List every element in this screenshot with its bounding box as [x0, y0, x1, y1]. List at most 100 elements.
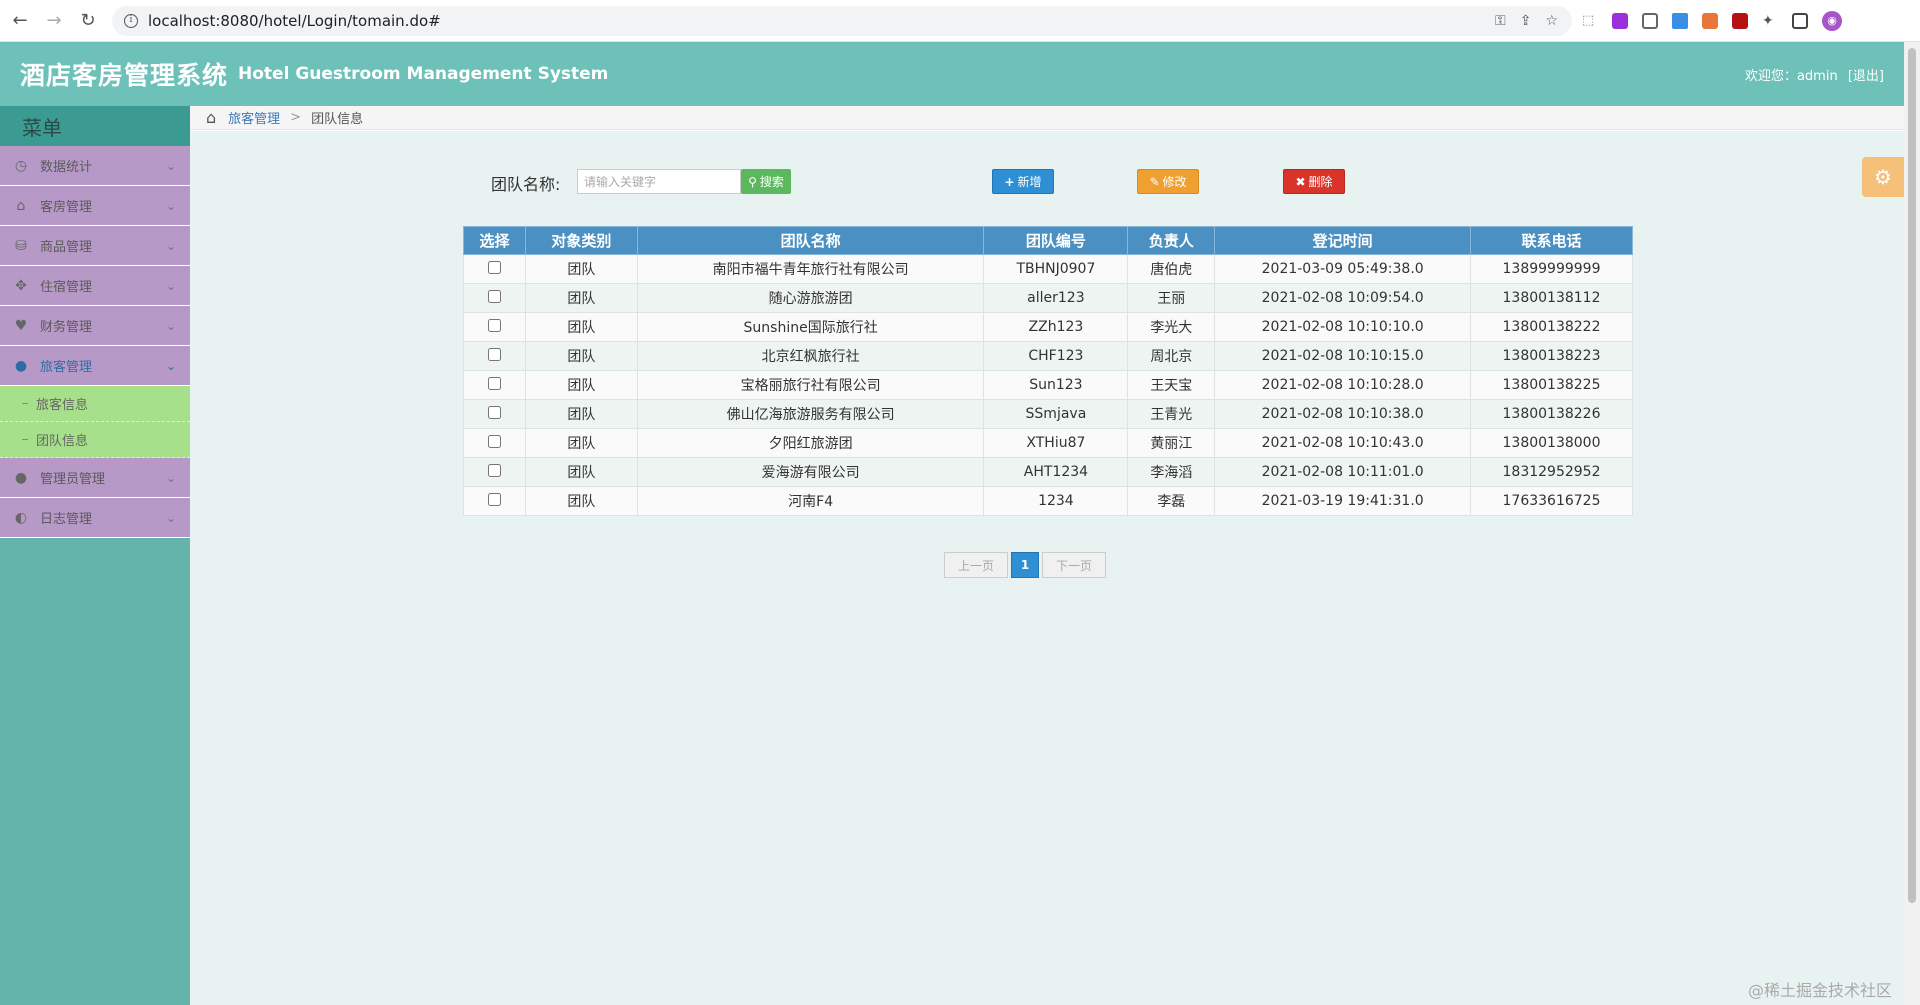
next-page-button[interactable]: 下一页 [1042, 552, 1106, 578]
menu-item-rooms[interactable]: ⌂ 客房管理 ⌄ [0, 186, 190, 226]
user-icon: ● [14, 469, 28, 486]
half-circle-icon: ◐ [14, 509, 28, 526]
cell-register-time: 2021-02-08 10:10:10.0 [1214, 312, 1472, 342]
cell-team-name: Sunshine国际旅行社 [636, 312, 985, 342]
search-input[interactable] [577, 169, 741, 194]
cell-register-time: 2021-02-08 10:11:01.0 [1214, 457, 1472, 487]
cell-team-name: 河南F4 [636, 486, 985, 516]
table-row[interactable]: 团队 爱海游有限公司 AHT1234 李海滔 2021-02-08 10:11:… [463, 457, 1633, 487]
cell-phone: 18312952952 [1470, 457, 1633, 487]
cell-type: 团队 [524, 428, 638, 458]
table-row[interactable]: 团队 南阳市福牛青年旅行社有限公司 TBHNJ0907 唐伯虎 2021-03-… [463, 254, 1633, 284]
cell-team-name: 随心游旅游团 [636, 283, 985, 313]
row-checkbox[interactable] [487, 434, 501, 448]
row-checkbox[interactable] [487, 376, 501, 390]
main-content: 团队名称: ⚲ 搜索 + 新增 ✎ 修改 ✖ 删除 ⚙ 选择 对象类别 团队名称… [190, 131, 1904, 1005]
cursor-extension-icon[interactable]: ⬚ [1582, 13, 1598, 29]
page-scrollbar[interactable] [1904, 42, 1920, 1005]
logout-link[interactable]: [退出] [1848, 69, 1884, 84]
prev-page-button[interactable]: 上一页 [944, 552, 1008, 578]
user-icon: ● [14, 357, 28, 374]
menu-item-label: 财务管理 [40, 320, 93, 335]
menu-item-stats[interactable]: ◷ 数据统计 ⌄ [0, 146, 190, 186]
row-checkbox[interactable] [487, 260, 501, 274]
app-title-cn: 酒店客房管理系统 [20, 61, 229, 90]
table-header-row: 选择 对象类别 团队名称 团队编号 负责人 登记时间 联系电话 [463, 226, 1633, 255]
search-button[interactable]: ⚲ 搜索 [741, 169, 791, 194]
user-info: 欢迎您：admin [退出] [1745, 65, 1884, 84]
reload-icon[interactable]: ↻ [74, 7, 102, 35]
forward-icon[interactable]: → [40, 7, 68, 35]
table-row[interactable]: 团队 北京红枫旅行社 CHF123 周北京 2021-02-08 10:10:1… [463, 341, 1633, 371]
add-button[interactable]: + 新增 [992, 169, 1054, 194]
person-extension-icon[interactable] [1702, 12, 1718, 29]
cell-type: 团队 [524, 457, 638, 487]
search-button-label: 搜索 [759, 175, 784, 189]
settings-gear-icon[interactable]: ⚙ [1862, 157, 1904, 197]
scrollbar-thumb[interactable] [1908, 48, 1916, 903]
row-checkbox[interactable] [487, 347, 501, 361]
database-icon: ⛁ [15, 237, 27, 254]
share-icon[interactable]: ⇪ [1520, 13, 1532, 29]
info-icon[interactable]: i [124, 13, 138, 28]
row-checkbox[interactable] [487, 463, 501, 477]
cell-type: 团队 [524, 399, 638, 429]
submenu-item-guest-info[interactable]: 旅客信息 [0, 386, 190, 422]
menu-item-goods[interactable]: ⛁ 商品管理 ⌄ [0, 226, 190, 266]
key-icon[interactable]: ⚿ [1495, 13, 1506, 29]
back-icon[interactable]: ← [6, 7, 34, 35]
menu-item-label: 管理员管理 [40, 472, 106, 487]
cell-team-name: 佛山亿海旅游服务有限公司 [636, 399, 985, 429]
table-row[interactable]: 团队 宝格丽旅行社有限公司 Sun123 王天宝 2021-02-08 10:1… [463, 370, 1633, 400]
row-checkbox[interactable] [487, 492, 501, 506]
puzzle-icon[interactable]: ✦ [1762, 13, 1778, 29]
row-checkbox[interactable] [487, 405, 501, 419]
edit-button[interactable]: ✎ 修改 [1137, 169, 1199, 194]
star-icon[interactable]: ☆ [1545, 13, 1558, 29]
menu-item-finance[interactable]: ♥ 财务管理 ⌄ [0, 306, 190, 346]
menu-item-guests[interactable]: ● 旅客管理 ⌄ [0, 346, 190, 386]
chevron-down-icon: ⌄ [165, 358, 176, 373]
col-register-time: 登记时间 [1214, 226, 1472, 255]
row-checkbox[interactable] [487, 289, 501, 303]
table-row[interactable]: 团队 佛山亿海旅游服务有限公司 SSmjava 王青光 2021-02-08 1… [463, 399, 1633, 429]
table-row[interactable]: 团队 Sunshine国际旅行社 ZZh123 李光大 2021-02-08 1… [463, 312, 1633, 342]
cell-phone: 17633616725 [1470, 486, 1633, 516]
table-row[interactable]: 团队 夕阳红旅游团 XTHiu87 黄丽江 2021-02-08 10:10:4… [463, 428, 1633, 458]
home-icon: ⌂ [16, 197, 26, 214]
cell-team-id: CHF123 [983, 341, 1129, 371]
cell-manager: 唐伯虎 [1127, 254, 1216, 284]
cell-register-time: 2021-02-08 10:10:28.0 [1214, 370, 1472, 400]
table-row[interactable]: 团队 河南F4 1234 李磊 2021-03-19 19:41:31.0 17… [463, 486, 1633, 516]
shield-extension-icon[interactable] [1732, 12, 1748, 29]
cell-register-time: 2021-03-19 19:41:31.0 [1214, 486, 1472, 516]
cell-register-time: 2021-02-08 10:09:54.0 [1214, 283, 1472, 313]
sidepanel-icon[interactable] [1792, 12, 1808, 29]
cell-register-time: 2021-02-08 10:10:15.0 [1214, 341, 1472, 371]
layers-extension-icon[interactable] [1672, 12, 1688, 29]
submenu-item-team-info[interactable]: 团队信息 [0, 422, 190, 458]
home-icon[interactable]: ⌂ [206, 108, 216, 127]
watermark: @稀土掘金技术社区 [1747, 981, 1892, 1000]
menu-item-lodging[interactable]: ✥ 住宿管理 ⌄ [0, 266, 190, 306]
cell-manager: 李海滔 [1127, 457, 1216, 487]
menu-item-logs[interactable]: ◐ 日志管理 ⌄ [0, 498, 190, 538]
table-row[interactable]: 团队 随心游旅游团 aller123 王丽 2021-02-08 10:09:5… [463, 283, 1633, 313]
address-bar[interactable]: i localhost:8080/hotel/Login/tomain.do# … [112, 5, 1572, 36]
menu-item-admins[interactable]: ● 管理员管理 ⌄ [0, 458, 190, 498]
grid-extension-icon[interactable] [1642, 12, 1658, 29]
cell-team-id: Sun123 [983, 370, 1129, 400]
breadcrumb-link-guests[interactable]: 旅客管理 [228, 108, 280, 127]
col-select: 选择 [463, 226, 526, 255]
delete-button[interactable]: ✖ 删除 [1283, 169, 1345, 194]
cell-team-id: aller123 [983, 283, 1129, 313]
rp-extension-icon[interactable] [1612, 12, 1628, 29]
cell-phone: 13800138112 [1470, 283, 1633, 313]
page-1-button[interactable]: 1 [1011, 552, 1039, 578]
cell-team-name: 夕阳红旅游团 [636, 428, 985, 458]
cell-manager: 王丽 [1127, 283, 1216, 313]
profile-avatar[interactable]: ◉ [1822, 10, 1842, 31]
row-checkbox[interactable] [487, 318, 501, 332]
cell-team-id: 1234 [983, 486, 1129, 516]
pencil-icon: ✎ [1149, 174, 1160, 189]
